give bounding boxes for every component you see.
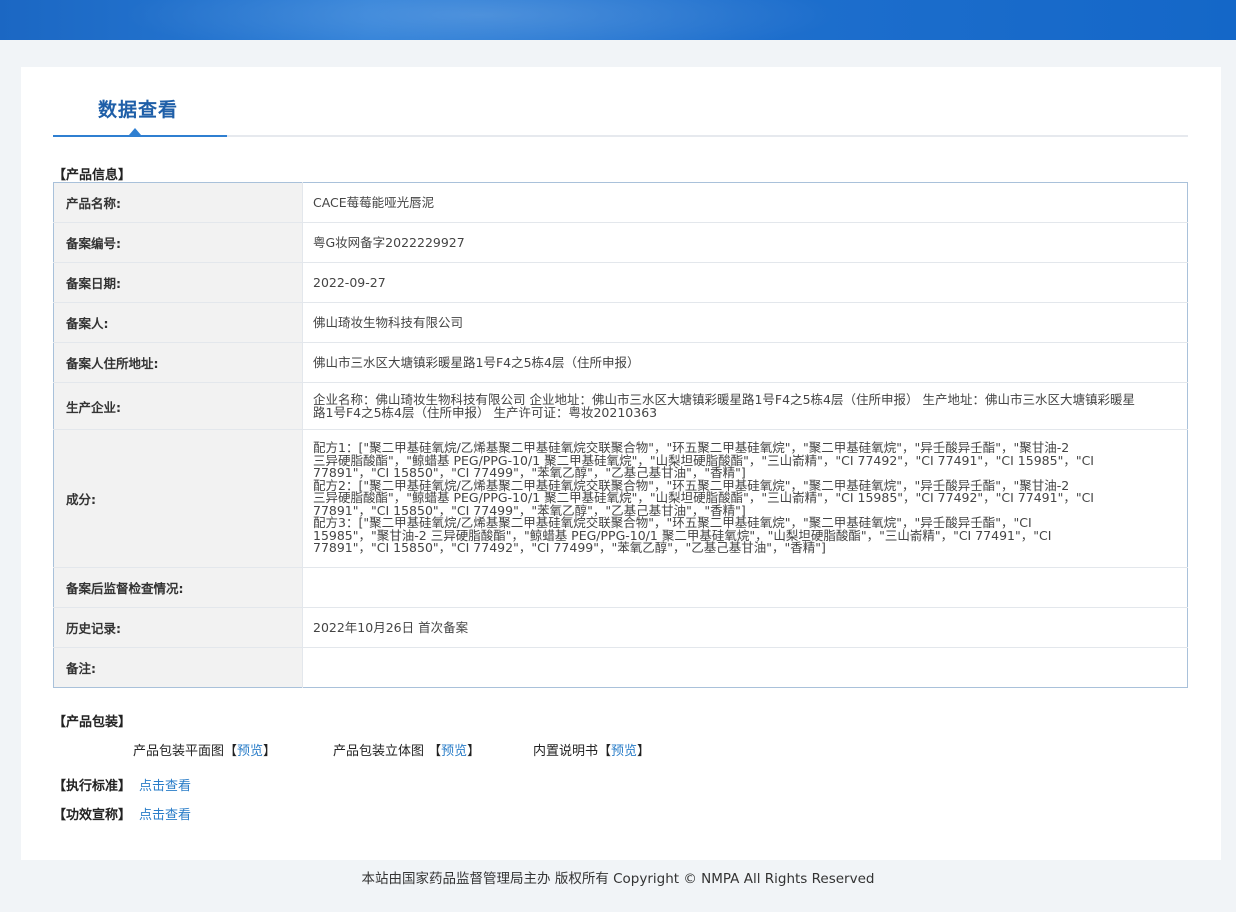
- title-caret-icon: [129, 128, 141, 135]
- efficacy-label: 【功效宣称】: [53, 808, 132, 823]
- row-key: 产品名称:: [53, 182, 303, 223]
- ingredient-line: 77891"，"CI 15850"，"CI 77492"，"CI 77499"，…: [313, 540, 826, 556]
- row-key: 备案日期:: [53, 262, 303, 303]
- row-key: 生产企业:: [53, 382, 303, 430]
- table-row: 备案日期: 2022-09-27: [53, 262, 1188, 303]
- efficacy-row: 【功效宣称】 点击查看: [53, 804, 191, 823]
- package-3d-preview-link[interactable]: 预览: [441, 744, 467, 759]
- footer-copyright: 本站由国家药品监督管理局主办 版权所有 Copyright © NMPA All…: [361, 871, 875, 887]
- title-underline: [53, 135, 227, 137]
- package-3d-label: 产品包装立体图 【: [333, 744, 442, 759]
- title-bar: 数据查看: [53, 67, 1188, 137]
- package-flat-preview-link[interactable]: 预览: [237, 744, 263, 759]
- table-row: 产品名称: CACE莓莓能哑光唇泥: [53, 182, 1188, 223]
- remarks-value: [302, 647, 1188, 688]
- row-key: 历史记录:: [53, 607, 303, 648]
- product-info-table: 产品名称: CACE莓莓能哑光唇泥 备案编号: 粤G妆网备字2022229927…: [53, 182, 1188, 688]
- table-row: 历史记录: 2022年10月26日 首次备案: [53, 607, 1188, 648]
- standards-label: 【执行标准】: [53, 779, 132, 794]
- standards-row: 【执行标准】 点击查看: [53, 775, 191, 794]
- table-row: 备案后监督检查情况:: [53, 567, 1188, 608]
- packaging-label: 【产品包装】: [53, 715, 132, 730]
- efficacy-view-link[interactable]: 点击查看: [139, 808, 191, 823]
- table-row: 生产企业: 企业名称：佛山琦妆生物科技有限公司 企业地址：佛山市三水区大塘镇彩暖…: [53, 382, 1188, 430]
- table-row: 备案人: 佛山琦妆生物科技有限公司: [53, 302, 1188, 343]
- standards-view-link[interactable]: 点击查看: [139, 779, 191, 794]
- bracket: 】: [637, 744, 651, 759]
- manual-label: 内置说明书【: [533, 744, 612, 759]
- product-name-value: CACE莓莓能哑光唇泥: [313, 195, 435, 210]
- table-row: 备注:: [53, 647, 1188, 688]
- row-key: 备案编号:: [53, 222, 303, 263]
- bracket: 】: [263, 744, 277, 759]
- row-key: 备案后监督检查情况:: [53, 567, 303, 608]
- record-date-value: 2022-09-27: [302, 262, 1188, 303]
- table-row: 成分: 配方1：["聚二甲基硅氧烷/乙烯基聚二甲基硅氧烷交联聚合物"，"环五聚二…: [53, 429, 1188, 568]
- registrant-value: 佛山琦妆生物科技有限公司: [302, 302, 1188, 343]
- row-key: 备案人住所地址:: [53, 342, 303, 383]
- banner-glow: [120, 0, 840, 40]
- table-row: 备案人住所地址: 佛山市三水区大塘镇彩暖星路1号F4之5栋4层（住所申报）: [53, 342, 1188, 383]
- inspection-value: [302, 567, 1188, 608]
- ingredients-value: 配方1：["聚二甲基硅氧烷/乙烯基聚二甲基硅氧烷交联聚合物"，"环五聚二甲基硅氧…: [302, 429, 1188, 568]
- product-info-label: 【产品信息】: [53, 168, 132, 183]
- registrant-address-value: 佛山市三水区大塘镇彩暖星路1号F4之5栋4层（住所申报）: [302, 342, 1188, 383]
- package-flat-item: 产品包装平面图【预览】: [133, 740, 276, 759]
- table-row: 备案编号: 粤G妆网备字2022229927: [53, 222, 1188, 263]
- top-banner: [0, 0, 1236, 40]
- history-value: 2022年10月26日 首次备案: [302, 607, 1188, 648]
- bracket: 】: [467, 744, 481, 759]
- content-card: 数据查看 【产品信息】 产品名称: CACE莓莓能哑光唇泥 备案编号: 粤G妆网…: [21, 67, 1221, 860]
- row-key: 备注:: [53, 647, 303, 688]
- manual-item: 内置说明书【预览】: [533, 740, 650, 759]
- row-key: 备案人:: [53, 302, 303, 343]
- manufacturer-value: 企业名称：佛山琦妆生物科技有限公司 企业地址：佛山市三水区大塘镇彩暖星路1号F4…: [302, 382, 1188, 430]
- package-flat-label: 产品包装平面图【: [133, 744, 238, 759]
- page-title: 数据查看: [98, 99, 179, 121]
- row-key: 成分:: [53, 429, 303, 568]
- record-number-value: 粤G妆网备字2022229927: [302, 222, 1188, 263]
- manual-preview-link[interactable]: 预览: [611, 744, 637, 759]
- package-3d-item: 产品包装立体图 【预览】: [333, 740, 480, 759]
